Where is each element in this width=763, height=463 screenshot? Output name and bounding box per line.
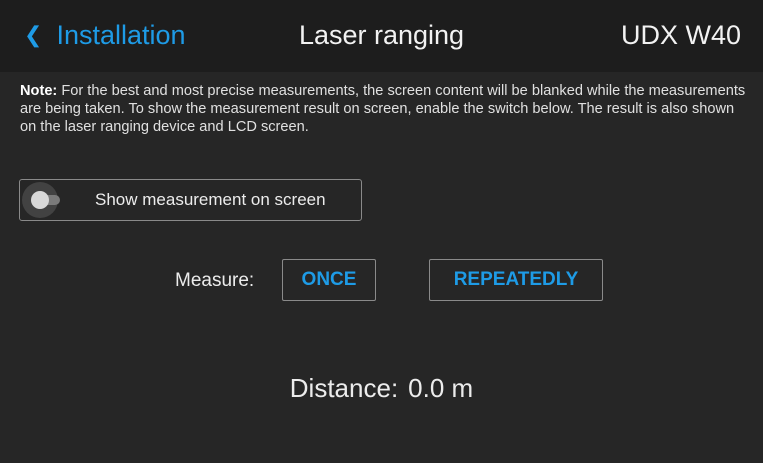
note-text: Note: For the best and most precise meas… (20, 82, 752, 136)
switch-knob (31, 191, 49, 209)
note-body: For the best and most precise measuremen… (20, 83, 746, 135)
distance-label: Distance: (289, 373, 399, 403)
device-model: UDX W40 (620, 20, 741, 50)
measure-repeatedly-button[interactable]: REPEATEDLY (429, 259, 603, 301)
measure-label: Measure: (175, 270, 255, 291)
header-bar: ❮ Installation Laser ranging UDX W40 (0, 0, 763, 72)
toggle-label: Show measurement on screen (95, 190, 326, 209)
toggle-switch[interactable] (22, 182, 60, 218)
show-measurement-toggle[interactable]: Show measurement on screen (19, 179, 362, 221)
measure-once-button[interactable]: ONCE (282, 259, 376, 301)
distance-value: 0.0 m (408, 373, 474, 403)
note-prefix: Note: (20, 83, 58, 99)
distance-readout: Distance: 0.0 m (0, 373, 763, 404)
